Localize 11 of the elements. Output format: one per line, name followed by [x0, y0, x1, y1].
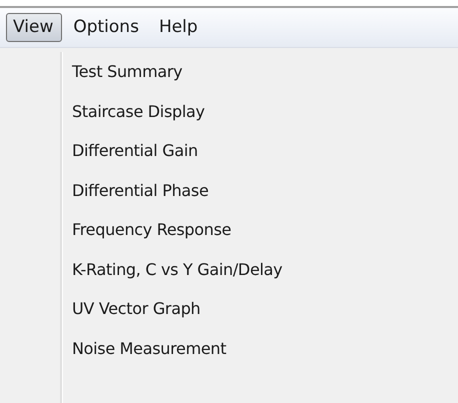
menu-title[interactable]: View: [6, 13, 62, 42]
menu-item[interactable]: Frequency Response: [72, 210, 282, 250]
menu-title[interactable]: Options: [66, 13, 148, 42]
menu-item[interactable]: UV Vector Graph: [72, 289, 282, 328]
menu-item[interactable]: Differential Gain: [72, 131, 282, 170]
menu-item[interactable]: Noise Measurement: [72, 328, 282, 368]
menu-item[interactable]: Test Summary: [72, 52, 282, 92]
menu-item[interactable]: K-Rating, C vs Y Gain/Delay: [72, 250, 282, 289]
menu-item[interactable]: Staircase Display: [72, 92, 282, 131]
menu-title[interactable]: Help: [152, 13, 207, 42]
menu-item[interactable]: Differential Phase: [72, 170, 282, 210]
